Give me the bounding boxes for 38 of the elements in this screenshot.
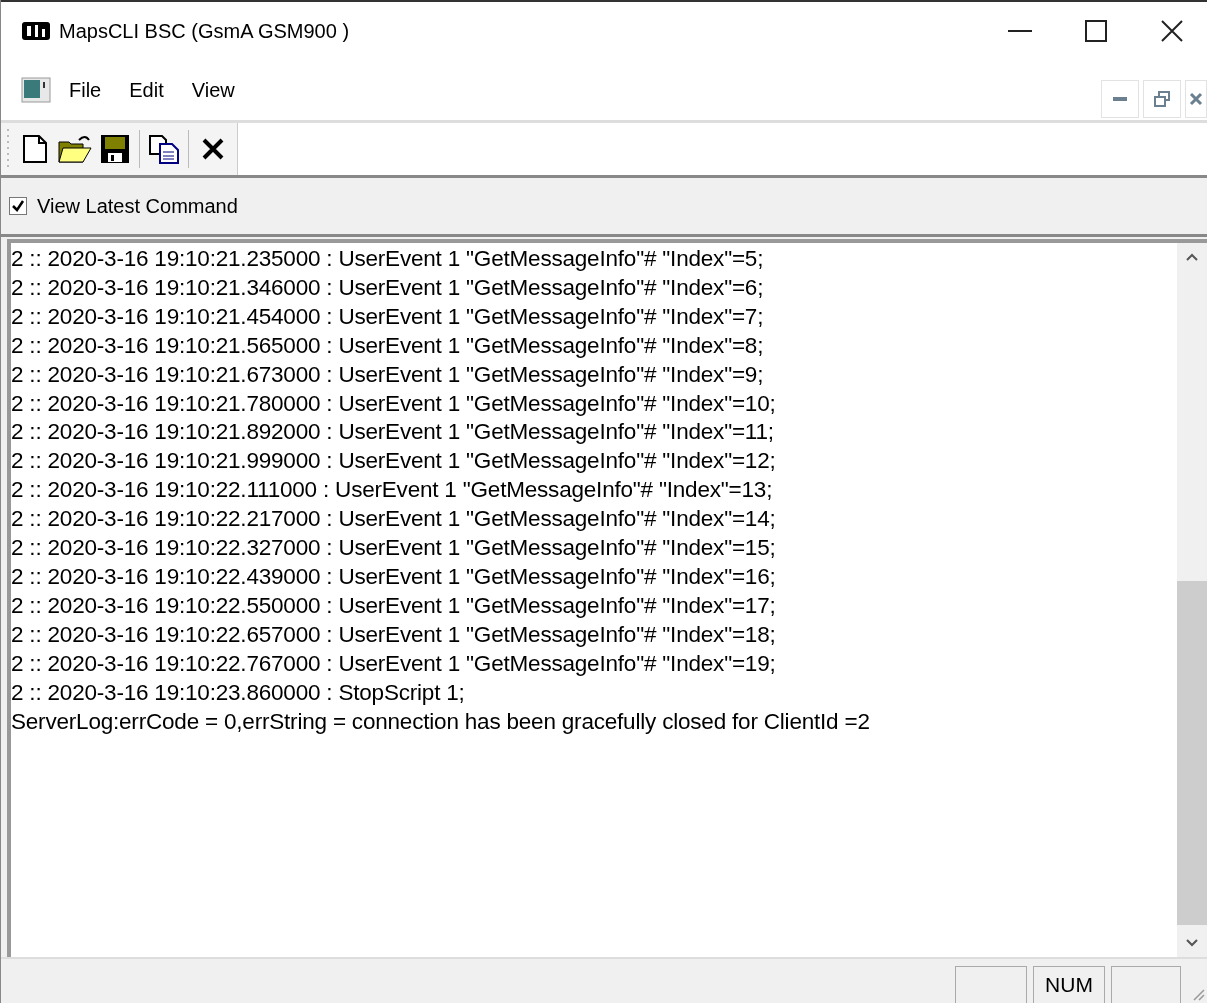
restore-icon — [1154, 91, 1170, 107]
log-line: 2 :: 2020-3-16 19:10:21.235000 : UserEvent 1 "GetMessageInfo"# "Index"=5; — [11, 245, 765, 273]
log-line: 2 :: 2020-3-16 19:10:21.999000 : UserEvent 1 "GetMessageInfo"# "Index"=12; — [11, 447, 777, 476]
checkbox-label: View Latest Command — [37, 194, 238, 218]
log-line: 2 :: 2020-3-16 19:10:22.767000 : UserEvent 1 "GetMessageInfo"# "Index"=19; — [11, 649, 777, 678]
log-line: 2 :: 2020-3-16 19:10:21.892000 : UserEvent 1 "GetMessageInfo"# "Index"=11; — [11, 418, 775, 447]
log-line: 2 :: 2020-3-16 19:10:22.111000 : UserEvent 1 "GetMessageInfo"# "Index"=13; — [11, 476, 774, 505]
close-icon[interactable] — [1161, 20, 1183, 42]
status-pane — [1111, 966, 1181, 1003]
scroll-thumb[interactable] — [1177, 581, 1207, 925]
document-window-icon[interactable] — [21, 76, 51, 104]
minimize-button[interactable] — [1101, 80, 1139, 118]
log-line: 2 :: 2020-3-16 19:10:22.550000 : UserEvent 1 "GetMessageInfo"# "Index"=17; — [11, 591, 777, 620]
minimize-icon — [1113, 97, 1127, 101]
checkbox[interactable] — [9, 197, 27, 215]
log-line: 2 :: 2020-3-16 19:10:21.780000 : UserEvent 1 "GetMessageInfo"# "Index"=10; — [11, 389, 777, 418]
restore-button[interactable] — [1143, 80, 1181, 118]
window-title: MapsCLI BSC (GsmA GSM900 ) — [59, 19, 351, 43]
log-line: 2 :: 2020-3-16 19:10:22.439000 : UserEvent 1 "GetMessageInfo"# "Index"=16; — [11, 562, 777, 591]
log-line: 2 :: 2020-3-16 19:10:22.217000 : UserEvent 1 "GetMessageInfo"# "Index"=14; — [11, 505, 777, 534]
menu-item[interactable]: Edit — [125, 76, 168, 104]
log-line: 2 :: 2020-3-16 19:10:21.565000 : UserEvent 1 "GetMessageInfo"# "Index"=8; — [11, 331, 765, 360]
log-line: 2 :: 2020-3-16 19:10:21.454000 : UserEvent 1 "GetMessageInfo"# "Index"=7; — [11, 302, 765, 331]
log-line: ServerLog:errCode = 0,errString = connection has been gracefully closed for ClientId =2 — [11, 707, 871, 736]
status-pane: NUM — [1033, 966, 1105, 1003]
log-line: 2 :: 2020-3-16 19:10:22.327000 : UserEvent 1 "GetMessageInfo"# "Index"=15; — [11, 534, 777, 563]
menu-item[interactable]: File — [65, 76, 106, 104]
maximize-icon[interactable] — [1085, 20, 1107, 42]
log-line: 2 :: 2020-3-16 19:10:23.860000 : StopScript 1; — [11, 678, 466, 707]
log-line: 2 :: 2020-3-16 19:10:21.346000 : UserEvent 1 "GetMessageInfo"# "Index"=6; — [11, 273, 765, 302]
log-line: 2 :: 2020-3-16 19:10:22.657000 : UserEvent 1 "GetMessageInfo"# "Index"=18; — [11, 620, 777, 649]
status-pane — [955, 966, 1027, 1003]
log-line: 2 :: 2020-3-16 19:10:21.673000 : UserEvent 1 "GetMessageInfo"# "Index"=9; — [11, 360, 765, 389]
app-logo-icon — [21, 20, 51, 42]
menu-item[interactable]: View — [187, 76, 239, 104]
close-button[interactable] — [1185, 80, 1207, 118]
close-icon — [1189, 92, 1203, 106]
vertical-scrollbar[interactable] — [1177, 243, 1207, 957]
